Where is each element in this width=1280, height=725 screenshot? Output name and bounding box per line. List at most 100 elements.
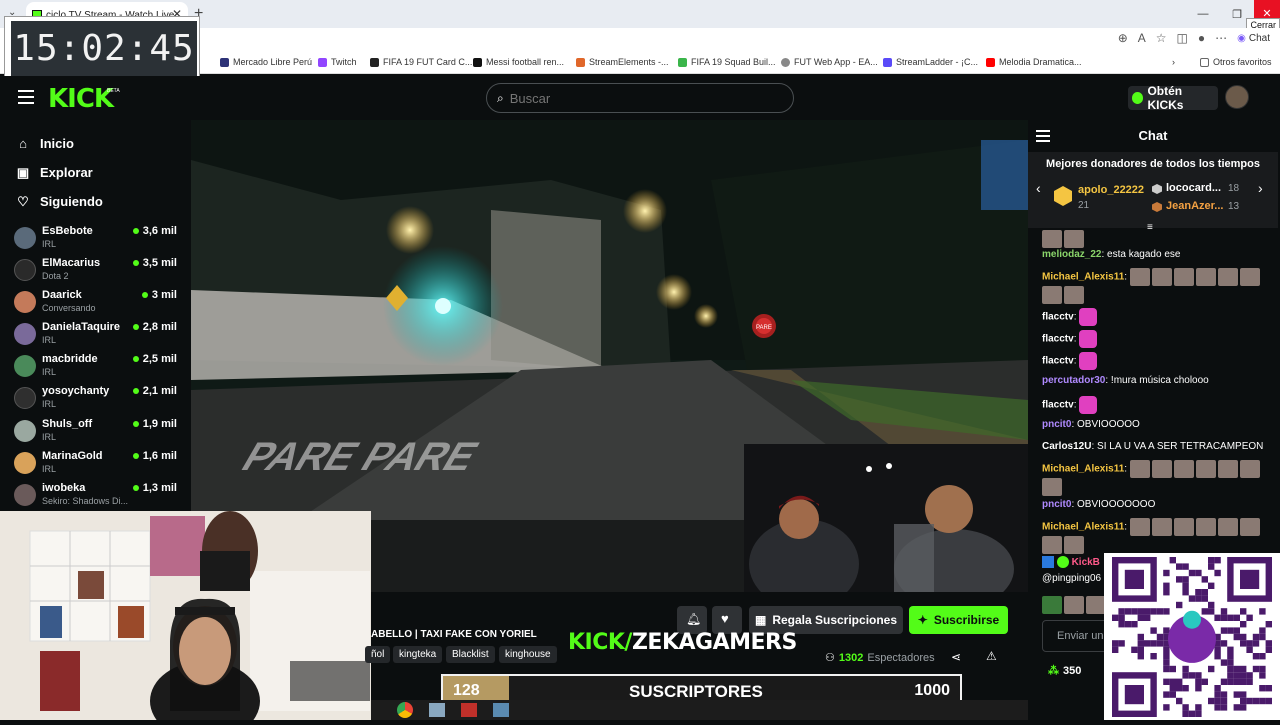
minimize-icon[interactable]: — <box>1186 8 1220 20</box>
chat-username[interactable]: flacctv <box>1042 334 1074 345</box>
channel-category: Conversando <box>42 303 96 313</box>
chat-username[interactable]: meliodaz_22 <box>1042 249 1101 260</box>
channel-name: Shuls_off <box>42 418 93 430</box>
bookmark-mercadolibre[interactable]: Mercado Libre Perú <box>220 57 312 67</box>
channel-viewers: 1,3 mil <box>133 482 177 494</box>
channel-viewers: 3,5 mil <box>133 257 177 269</box>
sidebar-item-siguiendo[interactable]: ♡ Siguiendo <box>16 194 103 209</box>
sidebar-item-label: Inicio <box>40 136 74 151</box>
read-aloud-icon[interactable]: A <box>1138 31 1146 45</box>
chat-username[interactable]: percutador30 <box>1042 375 1105 386</box>
donor-name[interactable]: lococard... <box>1166 182 1221 194</box>
tag-pill[interactable]: kinghouse <box>499 646 557 663</box>
channel-name: MarinaGold <box>42 450 103 462</box>
bookmark-streamelements[interactable]: StreamElements -... <box>576 57 669 67</box>
tag-pill[interactable]: Blacklist <box>446 646 495 663</box>
emote-icon <box>1129 268 1150 286</box>
channel-points[interactable]: ⁂ 350 <box>1048 664 1081 678</box>
channel-viewers: 2,1 mil <box>133 385 177 397</box>
sidebar-item-explorar[interactable]: ▣ Explorar <box>16 165 93 180</box>
channel-item-marinagold[interactable]: MarinaGold IRL 1,6 mil <box>14 450 187 482</box>
zoom-icon[interactable]: ⊕ <box>1118 31 1128 45</box>
app-taskbar-icon[interactable] <box>429 703 445 717</box>
channel-item-daarick[interactable]: Daarick Conversando 3 mil <box>14 289 187 321</box>
tag-pill[interactable]: ñol <box>365 646 391 663</box>
chat-message: pncit0: OBVIOOOOOOO <box>1042 499 1156 510</box>
chat-username[interactable]: pncit0 <box>1042 419 1071 430</box>
channel-category: IRL <box>42 464 57 474</box>
channel-item-iwobeka[interactable]: iwobeka Sekiro: Shadows Di... 1,3 mil <box>14 482 187 514</box>
channel-item-esbebote[interactable]: EsBebote IRL 3,6 mil <box>14 225 187 257</box>
bookmark-melodia[interactable]: Melodia Dramatica... <box>986 57 1082 67</box>
bookmark-fifa-squad[interactable]: FIFA 19 Squad Buil... <box>678 57 776 67</box>
copilot-chat-button[interactable]: ◉ Chat <box>1237 33 1270 44</box>
app-taskbar-icon[interactable] <box>461 703 477 717</box>
menu-hamburger-icon[interactable] <box>18 90 34 104</box>
subscribe-button[interactable]: ✦ Suscribirse <box>909 606 1008 634</box>
bookmark-label: FIFA 19 FUT Card C... <box>383 57 473 67</box>
chat-message: flacctv: <box>1042 396 1268 414</box>
bookmark-messi[interactable]: Messi football ren... <box>473 57 564 67</box>
chat-username[interactable]: Michael_Alexis11 <box>1042 522 1124 533</box>
extensions-icon[interactable]: ◫ <box>1177 31 1188 45</box>
bookmark-twitch[interactable]: Twitch <box>318 57 357 67</box>
mod-badge-icon <box>1042 556 1054 569</box>
channel-name: iwobeka <box>42 482 86 494</box>
sidebar: ⌂ Inicio ▣ Explorar ♡ Siguiendo EsBebote… <box>4 120 191 520</box>
channel-item-shuls-off[interactable]: Shuls_off IRL 1,9 mil <box>14 418 187 450</box>
channel-item-elmacarius[interactable]: ElMacarius Dota 2 3,5 mil <box>14 257 187 289</box>
favorite-star-icon[interactable]: ☆ <box>1156 31 1167 45</box>
channel-item-danielataquire[interactable]: DanielaTaquire IRL 2,8 mil <box>14 321 187 353</box>
search-input[interactable] <box>509 90 760 106</box>
donor-name[interactable]: apolo_22222 <box>1078 184 1144 196</box>
emote-icon <box>1064 286 1084 304</box>
channel-item-yosoychanty[interactable]: yosoychanty IRL 2,1 mil <box>14 385 187 417</box>
chat-username[interactable]: pncit0 <box>1042 499 1071 510</box>
emote-icon <box>1129 460 1150 478</box>
donor-name[interactable]: JeanAzer... <box>1166 200 1223 212</box>
bookmark-fifa-fut[interactable]: FIFA 19 FUT Card C... <box>370 57 472 67</box>
profile-icon[interactable]: ● <box>1198 31 1205 45</box>
more-menu-icon[interactable]: ⋯ <box>1215 31 1227 45</box>
chat-username[interactable]: KickB <box>1072 557 1100 568</box>
chat-username[interactable]: Carlos12U <box>1042 441 1091 452</box>
kick-logo[interactable]: KICK <box>48 84 114 114</box>
bookmarks-more-chevron-icon[interactable]: › <box>1172 57 1175 67</box>
channel-item-macbridde[interactable]: macbridde IRL 2,5 mil <box>14 353 187 385</box>
chrome-taskbar-icon[interactable] <box>397 702 413 718</box>
avatar <box>14 355 36 377</box>
emote-icon <box>1195 460 1216 478</box>
kick-header: KICK BETA ⌕ Obtén KICKs <box>0 76 1280 120</box>
chat-message: pncit0: OBVIOOOOO <box>1042 419 1140 430</box>
donors-next-chevron-icon[interactable]: › <box>1258 180 1263 196</box>
emote-icon <box>1129 518 1150 536</box>
chat-username[interactable]: Michael_Alexis11 <box>1042 464 1124 475</box>
donors-prev-chevron-icon[interactable]: ‹ <box>1036 180 1041 196</box>
channel-viewers: 2,8 mil <box>133 321 177 333</box>
tag-pill[interactable]: kingteka <box>393 646 443 663</box>
chat-username[interactable]: flacctv <box>1042 312 1074 323</box>
channel-branding: KICK/ZEKAGAMERS <box>568 630 797 655</box>
share-icon[interactable]: ⋖ <box>951 650 961 664</box>
kick-prefix: KICK/ <box>568 630 632 655</box>
emote-icon <box>1217 268 1238 286</box>
channel-category: IRL <box>42 367 57 377</box>
messi-icon <box>473 57 482 67</box>
search-box[interactable]: ⌕ <box>486 83 794 113</box>
chat-message: Michael_Alexis11: <box>1042 460 1268 496</box>
chat-message <box>1042 230 1268 248</box>
obten-kicks-button[interactable]: Obtén KICKs <box>1128 84 1218 112</box>
bookmark-fut-web-app[interactable]: FUT Web App - EA... <box>781 57 878 67</box>
report-warning-icon[interactable]: ⚠ <box>986 649 997 663</box>
sidebar-item-inicio[interactable]: ⌂ Inicio <box>16 136 74 151</box>
donor-count: 21 <box>1078 200 1090 211</box>
chat-username[interactable]: Michael_Alexis11 <box>1042 272 1124 283</box>
channel-category: IRL <box>42 432 57 442</box>
chat-username[interactable]: flacctv <box>1042 400 1074 411</box>
bookmark-otros-favoritos[interactable]: Otros favoritos <box>1200 57 1272 67</box>
bookmark-streamladder[interactable]: StreamLadder - ¡C... <box>883 57 978 67</box>
chat-username[interactable]: flacctv <box>1042 356 1074 367</box>
app-taskbar-icon[interactable] <box>493 703 509 717</box>
emote-icon <box>1042 230 1062 248</box>
user-avatar[interactable] <box>1225 85 1249 109</box>
